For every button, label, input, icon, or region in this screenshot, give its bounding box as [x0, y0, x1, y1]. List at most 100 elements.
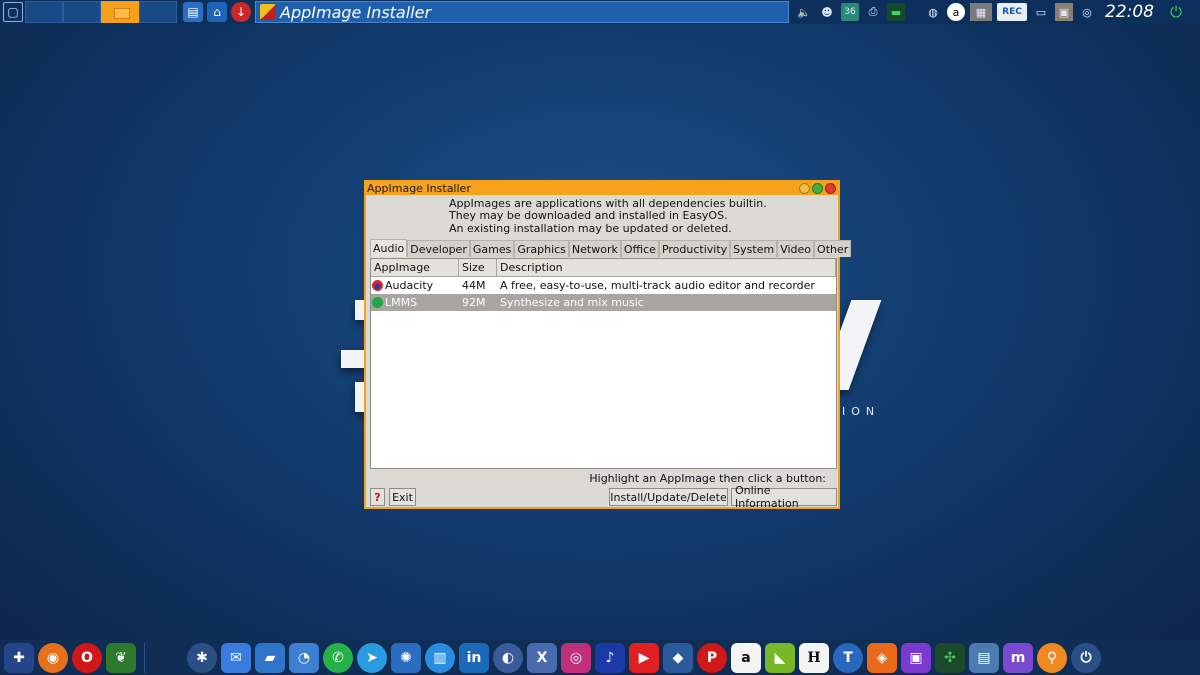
- list-header: AppImage Size Description: [371, 259, 836, 277]
- power-icon[interactable]: ⏻: [1071, 642, 1101, 673]
- gitlab-icon[interactable]: ◈: [867, 642, 897, 673]
- amazon-icon[interactable]: a: [731, 642, 761, 673]
- tab-other[interactable]: Other: [814, 240, 852, 257]
- bottom-dock: ✚ ◉ O ❦ ✱ ✉ ▰ ◔ ✆ ➤ ✺ ▥ in ◐ X ◎ ♪ ▶ ◆ P…: [0, 640, 1200, 675]
- column-header-appimage[interactable]: AppImage: [371, 259, 459, 276]
- app-name: LMMS: [385, 296, 418, 309]
- list-item[interactable]: Audacity 44M A free, easy-to-use, multi-…: [371, 277, 836, 294]
- globe-icon[interactable]: ◐: [493, 642, 523, 673]
- start-menu-icon[interactable]: ▢: [3, 2, 23, 22]
- exit-button[interactable]: Exit: [389, 488, 416, 506]
- network-icon[interactable]: ✣: [935, 642, 965, 673]
- app-size: 92M: [462, 296, 486, 309]
- tab-video[interactable]: Video: [777, 240, 815, 257]
- mastodon-icon[interactable]: m: [1003, 642, 1033, 673]
- workspace-4[interactable]: [139, 1, 177, 23]
- list-item-selected[interactable]: LMMS 92M Synthesize and mix music: [371, 294, 836, 311]
- tab-games[interactable]: Games: [469, 240, 515, 257]
- x-icon[interactable]: X: [527, 642, 557, 673]
- leroymerlin-icon[interactable]: ◣: [765, 642, 795, 673]
- temperature-badge[interactable]: 36: [841, 3, 859, 21]
- display-icon[interactable]: ▭: [1032, 3, 1050, 21]
- pinterest-icon[interactable]: P: [697, 642, 727, 673]
- close-button[interactable]: [825, 183, 836, 194]
- online-information-button[interactable]: Online Information: [731, 484, 837, 510]
- intro-line: They may be downloaded and installed in …: [449, 209, 728, 223]
- gecko-icon[interactable]: ❦: [106, 642, 136, 673]
- whatsapp-icon[interactable]: ✆: [323, 642, 353, 673]
- volume-icon[interactable]: 🔈: [795, 3, 813, 21]
- appimage-icon: [260, 4, 276, 20]
- clock[interactable]: 22:08: [1105, 2, 1154, 22]
- telegram-icon[interactable]: ➤: [357, 642, 387, 673]
- tiktok-icon[interactable]: ♪: [595, 642, 625, 673]
- category-tabs: Audio Developer Games Graphics Network O…: [370, 239, 852, 257]
- tab-office[interactable]: Office: [620, 240, 659, 257]
- uk-flag-icon[interactable]: ✚: [4, 642, 34, 673]
- site-icon[interactable]: ▤: [969, 642, 999, 673]
- app-description: Synthesize and mix music: [500, 296, 644, 309]
- tab-audio[interactable]: Audio: [370, 239, 408, 257]
- printer-icon[interactable]: ⎙: [864, 3, 882, 21]
- battery-icon[interactable]: ▬: [887, 3, 905, 21]
- tab-network[interactable]: Network: [568, 240, 621, 257]
- opera-icon[interactable]: O: [72, 642, 102, 673]
- settings-icon[interactable]: ◎: [1078, 3, 1096, 21]
- tab-system[interactable]: System: [730, 240, 778, 257]
- minimize-button[interactable]: [799, 183, 810, 194]
- user-icon[interactable]: ☻: [818, 3, 836, 21]
- workspace-3[interactable]: [101, 1, 139, 23]
- lmms-icon: [372, 297, 383, 308]
- calendar-icon[interactable]: ▣: [1055, 3, 1073, 21]
- youtube-icon[interactable]: ▶: [629, 642, 659, 673]
- twitch-icon[interactable]: ▣: [901, 642, 931, 673]
- appimage-list[interactable]: AppImage Size Description Audacity 44M A…: [370, 258, 837, 469]
- firefox-icon[interactable]: ◉: [38, 642, 68, 673]
- file-manager-icon[interactable]: ▤: [183, 2, 203, 22]
- linkedin-icon[interactable]: in: [459, 642, 489, 673]
- instagram-icon[interactable]: ◎: [561, 642, 591, 673]
- maps-icon[interactable]: ◆: [663, 642, 693, 673]
- app-description: A free, easy-to-use, multi-track audio e…: [500, 279, 815, 292]
- power-icon[interactable]: ⏻: [1166, 2, 1186, 22]
- column-header-description[interactable]: Description: [497, 259, 836, 276]
- audacity-icon: [372, 280, 383, 291]
- trash-icon[interactable]: ▥: [425, 642, 455, 673]
- tab-developer[interactable]: Developer: [407, 240, 470, 257]
- window-titlebar[interactable]: AppImage Installer: [366, 182, 838, 195]
- rss-icon[interactable]: ◔: [289, 642, 319, 673]
- t-icon[interactable]: T: [833, 642, 863, 673]
- workspace-pager: [25, 1, 177, 23]
- system-tray: 🔈 ☻ 36 ⎙ ▬ ◍ a ▦ REC ▭ ▣ ◎: [795, 0, 1101, 24]
- workspace-1[interactable]: [25, 1, 63, 23]
- app-size: 44M: [462, 279, 486, 292]
- intro-text: AppImages are applications with all depe…: [449, 197, 767, 235]
- workspace-2[interactable]: [63, 1, 101, 23]
- app-name: Audacity: [385, 279, 434, 292]
- chatgpt-icon[interactable]: ✺: [391, 642, 421, 673]
- h-icon[interactable]: H: [799, 642, 829, 673]
- maximize-button[interactable]: [812, 183, 823, 194]
- amazon-tray-icon[interactable]: a: [947, 3, 965, 21]
- intro-line: An existing installation may be updated …: [449, 221, 732, 235]
- install-update-delete-button[interactable]: Install/Update/Delete: [609, 488, 728, 506]
- taskbar-window-button[interactable]: AppImage Installer: [255, 1, 789, 23]
- desktop-logo-tagline: ION: [842, 405, 881, 418]
- window-title: AppImage Installer: [367, 182, 471, 195]
- location-icon[interactable]: ⚲: [1037, 642, 1067, 673]
- column-header-size[interactable]: Size: [459, 259, 497, 276]
- star-icon[interactable]: ✱: [187, 642, 217, 673]
- tab-productivity[interactable]: Productivity: [658, 240, 731, 257]
- update-icon[interactable]: ↓: [231, 2, 251, 22]
- network-globe-icon[interactable]: ◍: [924, 3, 942, 21]
- note-icon[interactable]: ▰: [255, 642, 285, 673]
- screenshot-icon[interactable]: ▦: [970, 3, 992, 21]
- tab-graphics[interactable]: Graphics: [514, 240, 569, 257]
- top-panel: ▢ ▤ ⌂ ↓ AppImage Installer 🔈 ☻ 36 ⎙ ▬ ◍ …: [0, 0, 1200, 24]
- record-button[interactable]: REC: [997, 3, 1027, 21]
- help-button[interactable]: ?: [370, 488, 385, 506]
- home-icon[interactable]: ⌂: [207, 2, 227, 22]
- taskbar-window-title: AppImage Installer: [280, 2, 432, 22]
- dock-separator: [144, 642, 145, 673]
- mail-icon[interactable]: ✉: [221, 642, 251, 673]
